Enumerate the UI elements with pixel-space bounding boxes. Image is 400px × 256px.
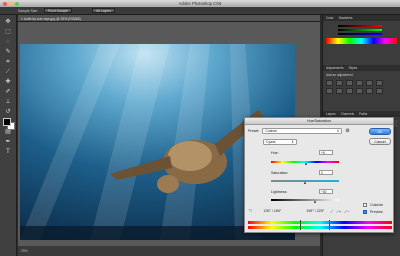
lightness-slider[interactable] xyxy=(271,199,339,201)
tab-layers[interactable]: Layers xyxy=(326,112,336,116)
brush-tool-icon[interactable]: ✐ xyxy=(3,88,13,96)
type-tool-icon[interactable]: T xyxy=(3,148,13,156)
hue-saturation-dialog: Hue/Saturation Preset: Custom ⇕ ⚙ OK Can… xyxy=(244,117,394,233)
photo-filter-adjustment-icon[interactable] xyxy=(346,88,353,94)
color-panel xyxy=(323,21,400,65)
hue-saturation-adjustment-icon[interactable] xyxy=(376,80,383,86)
exposure-adjustment-icon[interactable] xyxy=(356,80,363,86)
eyedropper-tool-icon[interactable]: ⟋ xyxy=(3,68,13,76)
tab-channels[interactable]: Channels xyxy=(341,112,354,116)
posterize-adjustment-icon[interactable] xyxy=(376,88,383,94)
brightness-adjustment-icon[interactable] xyxy=(326,80,333,86)
zoom-level: 25% xyxy=(21,249,28,253)
colorize-checkbox[interactable] xyxy=(363,203,367,207)
sample-size-label: Sample Size: xyxy=(18,8,38,13)
move-tool-icon[interactable]: ✥ xyxy=(3,18,13,26)
marquee-tool-icon[interactable]: ⬚ xyxy=(3,28,13,36)
hue-label: Hue: xyxy=(271,151,279,155)
vibrance-adjustment-icon[interactable] xyxy=(366,80,373,86)
saturation-label: Saturation: xyxy=(271,171,289,175)
curves-adjustment-icon[interactable] xyxy=(346,80,353,86)
sample-size-select[interactable]: Point Sample xyxy=(43,8,73,13)
sample-select[interactable]: All Layers xyxy=(92,8,116,13)
green-slider[interactable] xyxy=(338,29,382,31)
tab-styles[interactable]: Styles xyxy=(349,66,358,70)
lightness-label: Lightness: xyxy=(271,190,288,194)
preset-label: Preset: xyxy=(248,129,260,133)
adjustments-panel: Add an adjustment xyxy=(323,71,400,111)
select-arrows-icon: ⇕ xyxy=(336,129,340,133)
preview-label: Preview xyxy=(370,210,383,214)
app-title: Adobe Photoshop CS6 xyxy=(178,1,222,6)
cancel-button[interactable]: Cancel xyxy=(369,138,391,145)
foreground-color-swatch[interactable] xyxy=(3,118,11,126)
range-left-value: 135° / 165° xyxy=(263,209,282,213)
eyedropper-add-icon[interactable]: ⟋+ xyxy=(336,209,341,214)
dialog-title: Hue/Saturation xyxy=(245,118,393,125)
red-slider[interactable] xyxy=(338,25,382,27)
colorize-label: Colorize xyxy=(370,203,384,207)
color-balance-adjustment-icon[interactable] xyxy=(326,88,333,94)
crop-tool-icon[interactable]: ⌗ xyxy=(3,58,13,66)
status-bar: 25% xyxy=(18,246,320,256)
eyedropper-icon[interactable]: ⟋ xyxy=(330,209,333,214)
hue-slider-thumb[interactable] xyxy=(304,162,307,165)
range-selector[interactable] xyxy=(300,220,330,230)
preview-checkbox[interactable] xyxy=(363,210,367,214)
tools-panel: ✥ ⬚ ◌ ✎ ⌗ ⟋ ✚ ✐ ⊥ ↺ ▭ ▤ ✒ T xyxy=(0,15,17,256)
invert-adjustment-icon[interactable] xyxy=(366,88,373,94)
lightness-slider-thumb[interactable] xyxy=(313,200,316,203)
lasso-tool-icon[interactable]: ◌ xyxy=(3,38,13,46)
preset-select[interactable]: Custom ⇕ xyxy=(262,128,343,134)
document-tab[interactable]: × turtle by sun rays.jpg @ 25% (RGB/8) xyxy=(18,15,320,22)
history-brush-tool-icon[interactable]: ↺ xyxy=(3,108,13,116)
saturation-slider-thumb[interactable] xyxy=(303,181,306,184)
lightness-field[interactable]: +30 xyxy=(319,189,333,194)
hue-field[interactable]: +8 xyxy=(319,150,333,155)
black-white-adjustment-icon[interactable] xyxy=(336,88,343,94)
select-arrows-icon: ⇕ xyxy=(291,140,294,144)
channel-value: Cyans xyxy=(266,140,276,144)
window-title-bar: Adobe Photoshop CS6 xyxy=(0,0,400,7)
preset-value: Custom xyxy=(265,129,278,133)
color-spectrum[interactable] xyxy=(326,38,397,44)
options-bar: Sample Size: Point Sample All Layers xyxy=(0,7,400,15)
blue-slider[interactable] xyxy=(338,33,382,35)
tab-adjustments[interactable]: Adjustments xyxy=(326,66,344,70)
clone-stamp-tool-icon[interactable]: ⊥ xyxy=(3,98,13,106)
healing-brush-tool-icon[interactable]: ✚ xyxy=(3,78,13,86)
range-right-value: 195° \ 225° xyxy=(306,209,325,213)
adjustments-hint: Add an adjustment xyxy=(326,73,353,77)
ok-button[interactable]: OK xyxy=(369,128,391,135)
levels-adjustment-icon[interactable] xyxy=(336,80,343,86)
hand-icon[interactable]: ☜ xyxy=(248,208,252,214)
channel-select[interactable]: Cyans ⇕ xyxy=(263,139,297,145)
eyedropper-subtract-icon[interactable]: ⟋− xyxy=(344,209,349,214)
tab-swatches[interactable]: Swatches xyxy=(339,16,353,20)
saturation-field[interactable]: 0 xyxy=(319,170,333,175)
preset-options-icon[interactable]: ⚙ xyxy=(345,128,349,134)
pen-tool-icon[interactable]: ✒ xyxy=(3,138,13,146)
quick-select-tool-icon[interactable]: ✎ xyxy=(3,48,13,56)
channel-mixer-adjustment-icon[interactable] xyxy=(356,88,363,94)
tab-paths[interactable]: Paths xyxy=(359,112,367,116)
tab-color[interactable]: Color xyxy=(326,16,334,20)
